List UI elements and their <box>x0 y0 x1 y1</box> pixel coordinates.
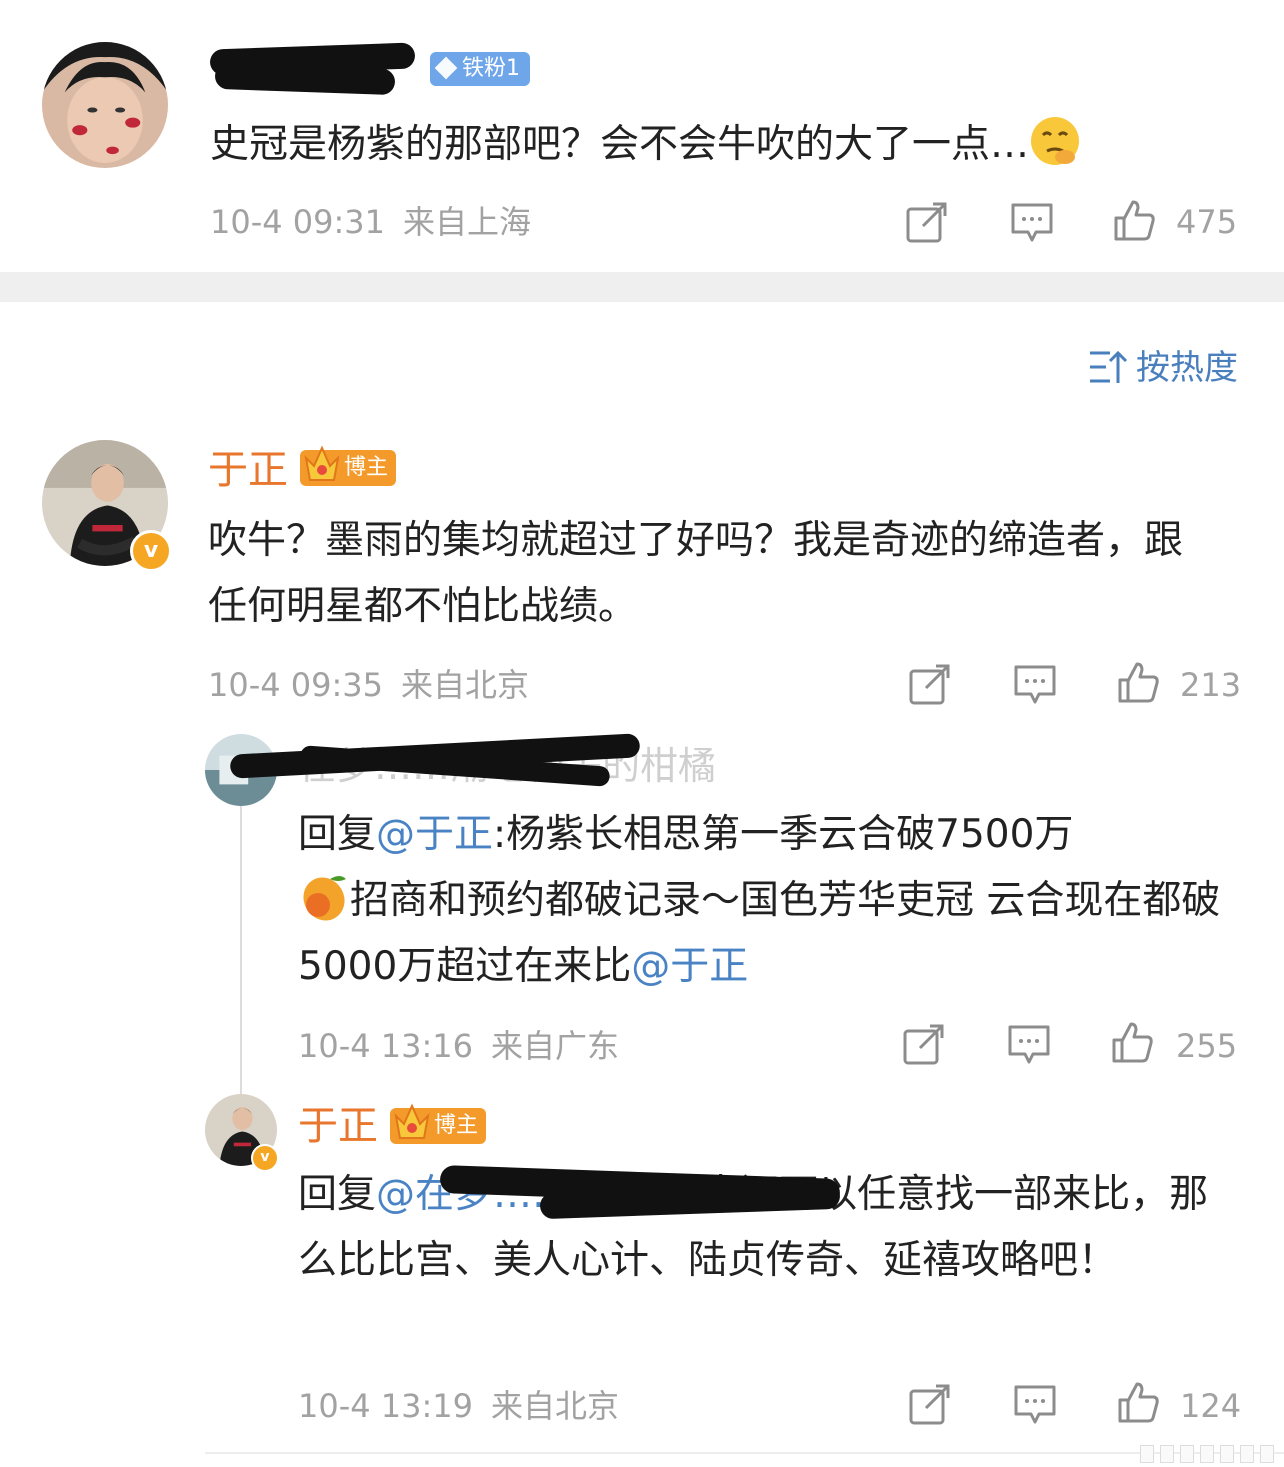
comment-icon[interactable] <box>1013 662 1057 706</box>
share-icon[interactable] <box>908 1382 952 1426</box>
like-icon[interactable] <box>1110 1020 1154 1064</box>
verified-badge: v <box>130 530 172 572</box>
mention-link[interactable]: @于正 <box>631 944 748 989</box>
thread-line <box>240 772 242 1102</box>
comment-location: 来自上海 <box>403 203 532 241</box>
thinking-emoji-icon <box>1029 115 1081 167</box>
host-badge-label: 博主 <box>344 455 389 480</box>
crown-icon <box>394 1103 430 1139</box>
host-badge: 博主 <box>300 445 397 486</box>
reply-time: 10-4 13:16 <box>298 1027 474 1065</box>
bottom-divider <box>205 1452 1284 1454</box>
reply-location: 来自北京 <box>491 1387 620 1425</box>
share-icon[interactable] <box>908 662 952 706</box>
share-icon[interactable] <box>902 1022 946 1066</box>
host-badge: 博主 <box>390 1103 487 1144</box>
reply-text: 回复@于正:杨紫长相思第一季云合破7500万 招商和预约都破记录～国色芳华吏冠 云… <box>298 802 1238 1000</box>
comment-time: 10-4 09:35 <box>208 666 384 704</box>
reply-meta: 10-4 13:19 来自北京 <box>298 1386 619 1426</box>
sort-label: 按热度 <box>1136 348 1238 388</box>
comment-meta: 10-4 09:31 来自上海 <box>210 202 531 242</box>
mango-emoji-icon <box>298 871 350 923</box>
reply-prefix: 回复 <box>298 812 377 857</box>
verified-badge: v <box>251 1144 279 1172</box>
share-icon[interactable] <box>905 200 949 244</box>
author-name[interactable]: 于正 <box>208 446 288 494</box>
like-count: 213 <box>1180 666 1242 704</box>
like-icon[interactable] <box>1116 1380 1160 1424</box>
crown-icon <box>304 445 340 481</box>
fan-badge: 铁粉1 <box>430 52 530 86</box>
comment-location: 来自北京 <box>401 666 530 704</box>
sort-icon <box>1090 350 1128 383</box>
reply-location: 来自广东 <box>491 1027 620 1065</box>
reply-time: 10-4 13:19 <box>298 1387 474 1425</box>
avatar[interactable] <box>42 42 168 168</box>
comment-meta: 10-4 09:35 来自北京 <box>208 665 529 705</box>
redacted-username <box>214 62 396 96</box>
author-name[interactable]: 于正 <box>298 1102 378 1150</box>
like-icon[interactable] <box>1112 198 1156 242</box>
host-badge-label: 博主 <box>434 1113 479 1138</box>
reply-body: :杨紫长相思第一季云合破7500万 <box>493 812 1074 857</box>
comment-body: 史冠是杨紫的那部吧？会不会牛吹的大了一点… <box>210 122 1030 167</box>
like-count: 255 <box>1176 1027 1238 1065</box>
comment-time: 10-4 09:31 <box>210 203 386 241</box>
fan-badge-label: 铁粉1 <box>462 56 520 81</box>
reply-body: 招商和预约都破记录～国色芳华吏冠 云合现在都破5000万超过在来比 <box>298 878 1221 989</box>
mention-link[interactable]: @于正 <box>376 812 493 857</box>
comment-text: 吹牛？墨雨的集均就超过了好吗？我是奇迹的缔造者，跟任何明星都不怕比战绩。 <box>208 518 1184 629</box>
reply-prefix: 回复 <box>298 1172 377 1217</box>
comment-icon[interactable] <box>1010 200 1054 244</box>
comment-icon[interactable] <box>1007 1022 1051 1066</box>
reply-meta: 10-4 13:16 来自广东 <box>298 1026 619 1066</box>
like-count: 475 <box>1176 203 1238 241</box>
watermark <box>1140 1445 1274 1463</box>
comment-text: 史冠是杨紫的那部吧？会不会牛吹的大了一点… <box>210 112 1210 178</box>
like-count: 124 <box>1180 1387 1242 1425</box>
section-divider <box>0 272 1284 302</box>
sort-button[interactable]: 按热度 <box>1088 348 1238 388</box>
comment-icon[interactable] <box>1013 1382 1057 1426</box>
diamond-icon <box>434 56 458 80</box>
like-icon[interactable] <box>1116 660 1160 704</box>
